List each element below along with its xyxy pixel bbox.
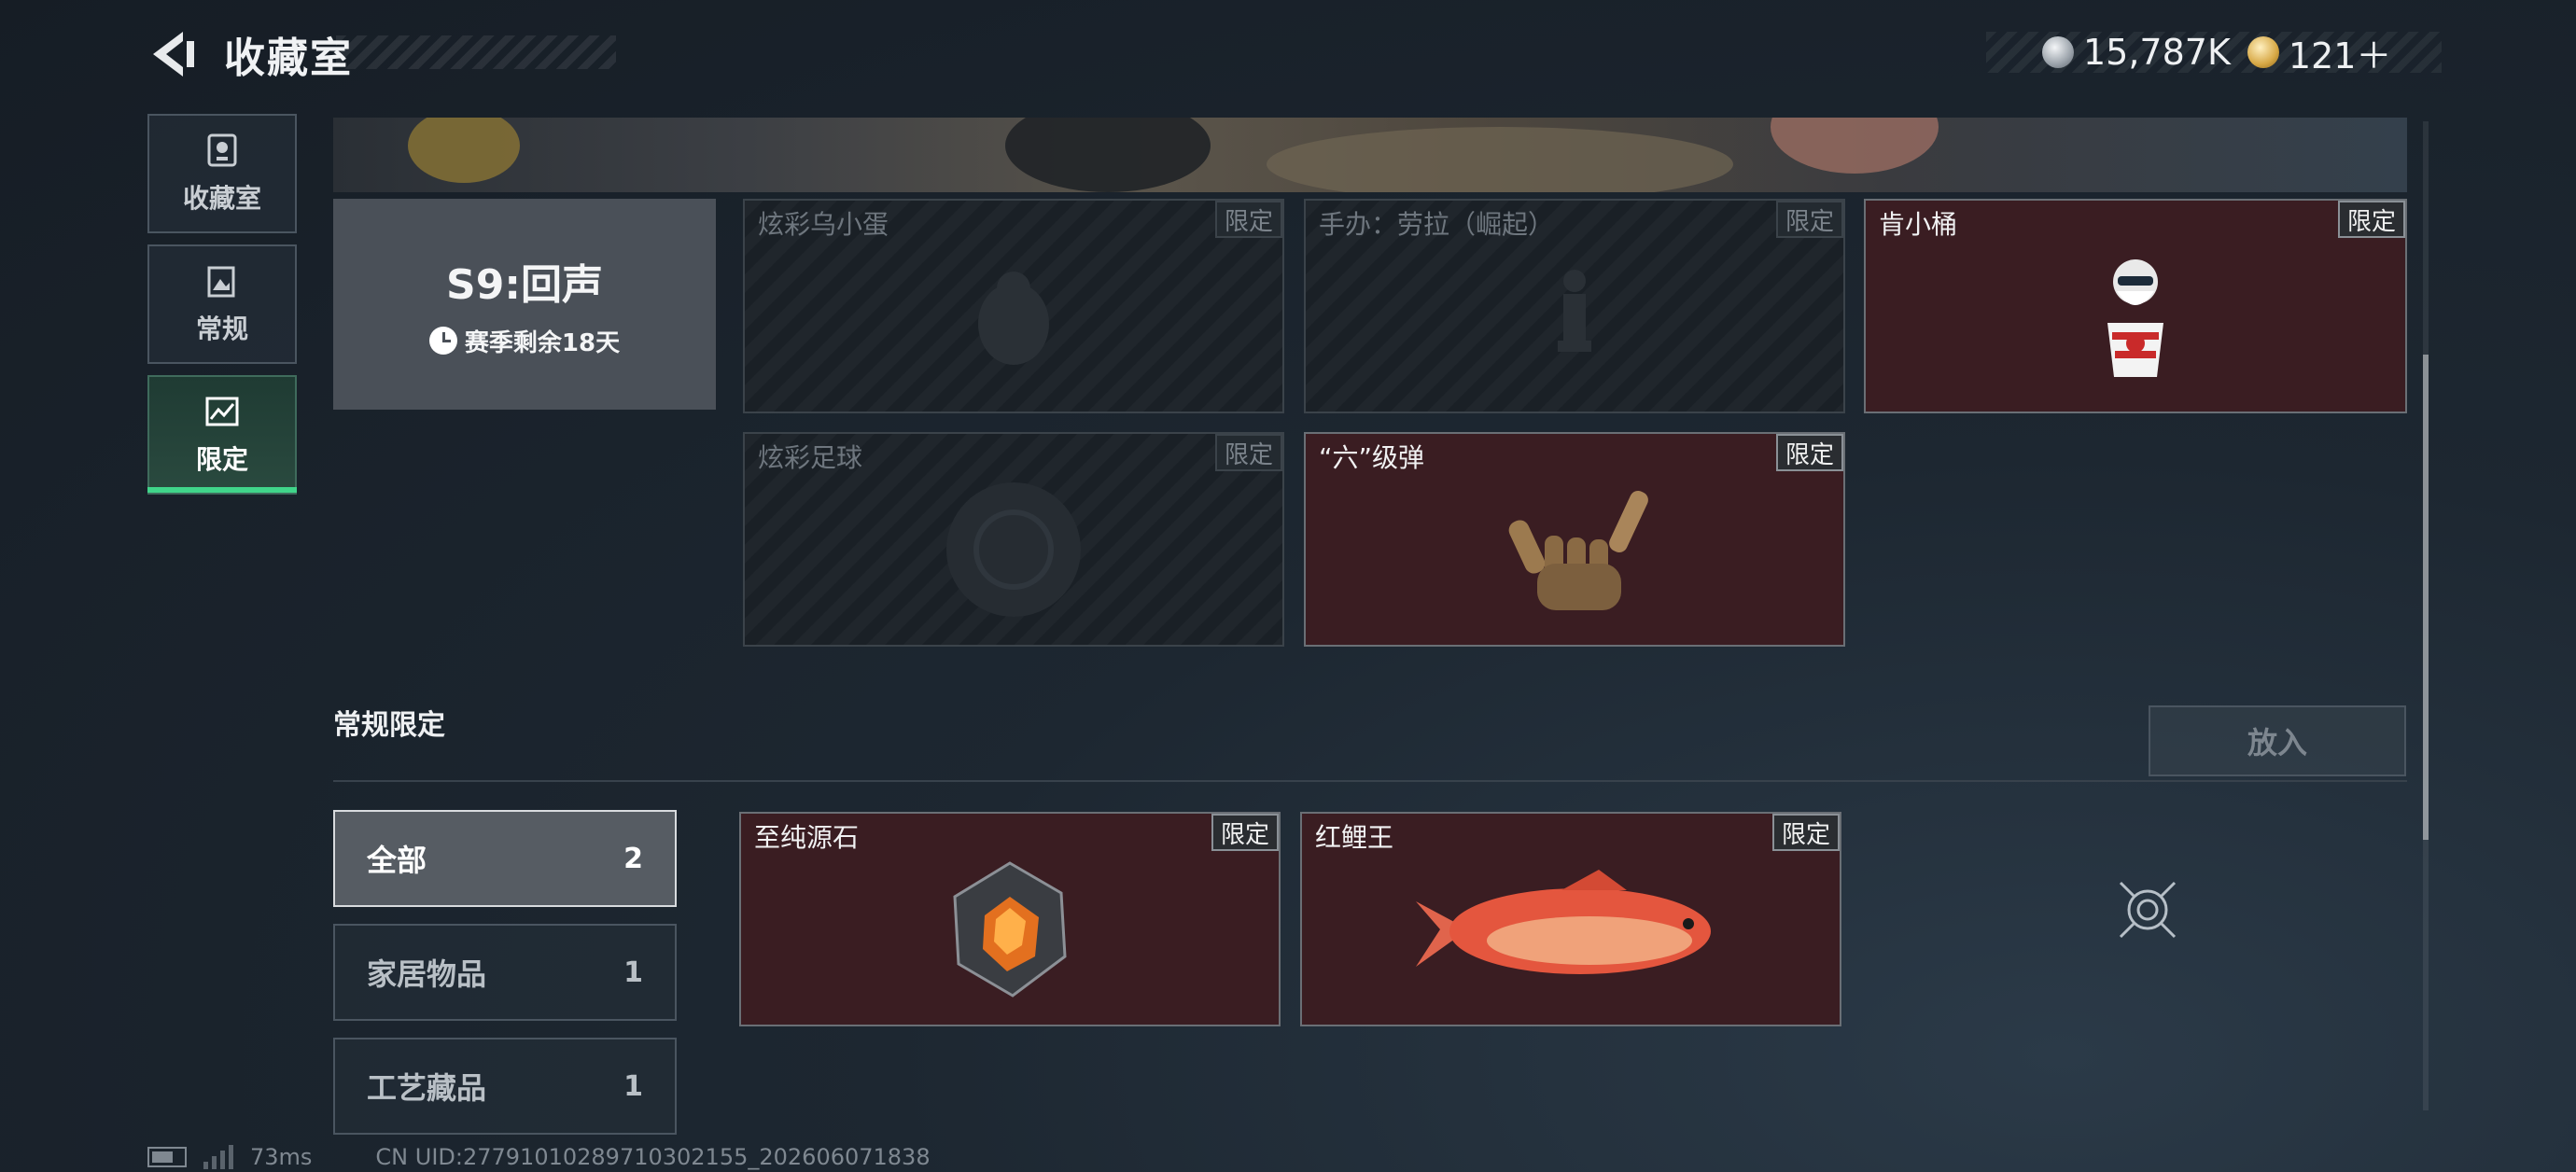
limited-tag: 限定 (1211, 814, 1279, 851)
ping-value: 73ms (250, 1144, 313, 1170)
map-icon (203, 393, 241, 430)
item-name: 红鲤王 (1315, 822, 1394, 853)
put-in-button[interactable]: 放入 (2149, 705, 2406, 776)
signal-icon (203, 1145, 233, 1169)
item-card-red-carp-king[interactable]: 红鲤王 限定 (1300, 812, 1841, 1026)
bullet-hand-icon (1508, 491, 1648, 611)
filter-craft-collectibles[interactable]: 工艺藏品 1 (333, 1038, 677, 1135)
limited-tag: 限定 (1775, 201, 1843, 238)
gem-stone-icon (953, 861, 1067, 998)
gold-coin-icon (2247, 36, 2279, 68)
trophy-icon (203, 132, 241, 169)
filter-count: 1 (623, 956, 643, 989)
limited-tag: 限定 (1775, 434, 1843, 471)
nav-item-label: 收藏室 (182, 183, 261, 214)
status-footer: 73ms CN UID:27791010289710302155_2026060… (147, 1144, 931, 1170)
crosshair-icon (2119, 881, 2177, 939)
item-name: “六”级弹 (1319, 442, 1425, 473)
filter-count: 2 (623, 842, 643, 875)
nav-item-collection[interactable]: 收藏室 (147, 114, 297, 233)
item-name: 至纯源石 (754, 822, 860, 853)
picture-book-icon (203, 262, 241, 300)
item-card-kfc-bucket[interactable]: 肯小桶 限定 (1864, 199, 2407, 413)
limited-tag: 限定 (1214, 201, 1282, 238)
uid-text: CN UID:27791010289710302155_202606071838 (375, 1144, 931, 1170)
currency-gold[interactable]: 121＋ (2247, 27, 2392, 78)
season-remaining-text: 赛季剩余18天 (464, 328, 621, 357)
item-name: 手办：劳拉（崛起） (1319, 209, 1555, 240)
clock-icon (428, 327, 457, 355)
section-divider (333, 780, 2407, 782)
item-card-pure-origin-stone[interactable]: 至纯源石 限定 (739, 812, 1281, 1026)
filter-count: 1 (623, 1069, 643, 1103)
egg-figure-icon (978, 272, 1049, 366)
season-card: S9:回声 赛季剩余18天 (333, 199, 716, 410)
filter-all[interactable]: 全部 2 (333, 810, 677, 907)
filter-home-items[interactable]: 家居物品 1 (333, 924, 677, 1021)
limited-tag: 限定 (1214, 434, 1282, 471)
item-card-colorful-football[interactable]: 炫彩足球 限定 (743, 432, 1284, 647)
item-card-six-bullet[interactable]: “六”级弹 限定 (1304, 432, 1845, 647)
page-title: 收藏室 (224, 35, 353, 82)
battery-icon (147, 1147, 187, 1167)
season-name: S9:回声 (446, 260, 603, 309)
filter-label: 全部 (367, 843, 427, 878)
filter-label: 家居物品 (367, 956, 487, 992)
scrollbar-thumb[interactable] (2423, 355, 2429, 840)
season-banner-image (333, 118, 2407, 192)
silver-coin-icon (2042, 36, 2074, 68)
item-card-lara-figure[interactable]: 手办：劳拉（崛起） 限定 (1304, 199, 1845, 413)
title-decoration (336, 35, 616, 69)
football-icon (946, 482, 1081, 618)
back-button[interactable] (146, 26, 202, 82)
section-title: 常规限定 (333, 709, 445, 742)
item-name: 炫彩足球 (758, 442, 863, 473)
item-card-colorful-egg[interactable]: 炫彩乌小蛋 限定 (743, 199, 1284, 413)
figure-icon (1558, 270, 1591, 353)
currency-silver: 15,787K (2042, 32, 2231, 73)
currency-bar: 15,787K 121＋ (1986, 32, 2442, 77)
filter-label: 工艺藏品 (367, 1070, 487, 1106)
nav-item-regular[interactable]: 常规 (147, 244, 297, 364)
item-name: 肯小桶 (1879, 209, 1958, 240)
nav-item-limited[interactable]: 限定 (147, 375, 297, 495)
currency-silver-value: 15,787K (2083, 32, 2231, 73)
kfc-bucket-figure-icon (2107, 259, 2163, 378)
limited-tag: 限定 (2337, 201, 2405, 238)
nav-item-label: 限定 (195, 444, 248, 475)
nav-item-label: 常规 (195, 314, 248, 344)
season-remaining: 赛季剩余18天 (428, 324, 621, 358)
red-carp-icon (1416, 870, 1711, 975)
currency-gold-value: 121＋ (2288, 35, 2392, 77)
item-name: 炫彩乌小蛋 (758, 209, 889, 240)
back-arrow-icon (153, 32, 194, 77)
nav-active-indicator (147, 487, 297, 493)
limited-tag: 限定 (1771, 814, 1840, 851)
